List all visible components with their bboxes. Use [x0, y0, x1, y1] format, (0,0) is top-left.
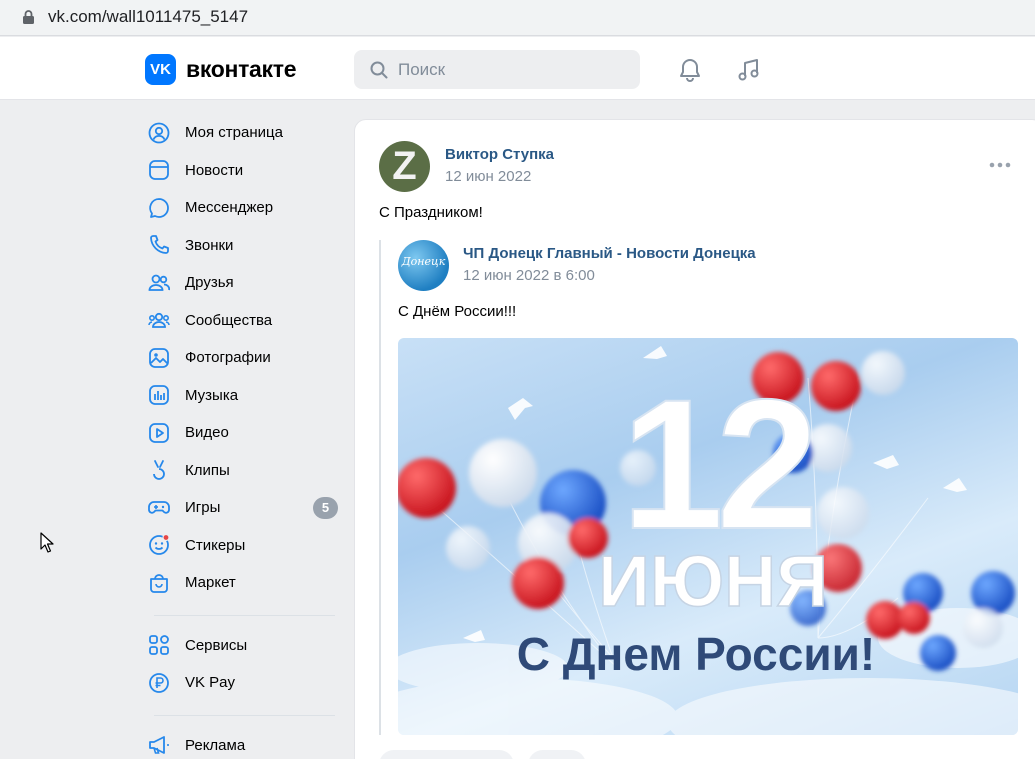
- menu-item-market[interactable]: Маркет: [146, 564, 338, 602]
- left-menu: Моя страница Новости Мессенджер Звонки Д…: [146, 114, 338, 759]
- search-box[interactable]: [354, 50, 640, 89]
- vk-logo-mark: VK: [145, 54, 176, 85]
- stickers-icon: [147, 533, 171, 557]
- mouse-cursor-icon: [40, 532, 54, 553]
- menu-item-communities[interactable]: Сообщества: [146, 302, 338, 340]
- more-options-icon[interactable]: [989, 162, 1011, 168]
- menu-item-video[interactable]: Видео: [146, 414, 338, 452]
- market-icon: [147, 571, 171, 595]
- menu-item-stickers[interactable]: Стикеры: [146, 527, 338, 565]
- author-avatar[interactable]: Z: [379, 141, 430, 192]
- menu-item-label: Звонки: [185, 236, 234, 254]
- search-input[interactable]: [398, 50, 628, 89]
- message-icon: [147, 196, 171, 220]
- profile-icon: [147, 121, 171, 145]
- news-icon: [147, 158, 171, 182]
- menu-item-label: Друзья: [185, 274, 234, 292]
- menu-item-ads[interactable]: Реклама: [146, 727, 338, 759]
- menu-item-label: Видео: [185, 424, 229, 442]
- menu-item-my-page[interactable]: Моя страница: [146, 114, 338, 152]
- repost-text: С Днём России!!!: [398, 303, 517, 320]
- ads-icon: [147, 733, 171, 757]
- menu-divider: [154, 714, 335, 716]
- vkpay-icon: [147, 671, 171, 695]
- music-note-icon[interactable]: [736, 57, 762, 83]
- post-image-illustration: 12 ИЮНЯ С Днем России!: [398, 346, 1018, 735]
- search-icon: [370, 61, 388, 79]
- menu-item-photos[interactable]: Фотографии: [146, 339, 338, 377]
- menu-item-news[interactable]: Новости: [146, 152, 338, 190]
- notifications-bell-icon[interactable]: [677, 57, 703, 83]
- repost-block: Донецк ЧП Донецк Главный - Новости Донец…: [379, 240, 1019, 735]
- menu-item-vkpay[interactable]: VK Pay: [146, 664, 338, 702]
- friends-icon: [147, 271, 171, 295]
- menu-divider: [154, 614, 335, 616]
- repost-author-avatar[interactable]: Донецк: [398, 240, 449, 291]
- video-icon: [147, 421, 171, 445]
- comment-button[interactable]: [528, 750, 586, 759]
- post-card: Z Виктор Ступка 12 июн 2022 С Праздником…: [354, 119, 1035, 759]
- menu-item-label: Игры: [185, 499, 221, 517]
- vk-logo-text: вконтакте: [186, 56, 297, 82]
- menu-item-label: Моя страница: [185, 124, 283, 142]
- menu-item-label: Фотографии: [185, 349, 271, 367]
- menu-item-label: Музыка: [185, 386, 239, 404]
- lock-icon: [23, 10, 34, 24]
- image-month-text: ИЮНЯ: [598, 542, 828, 622]
- menu-item-label: Сообщества: [185, 311, 273, 329]
- menu-item-services[interactable]: Сервисы: [146, 627, 338, 665]
- communities-icon: [147, 308, 171, 332]
- post-date[interactable]: 12 июн 2022: [445, 168, 531, 185]
- site-header: VK вконтакте: [0, 37, 1035, 100]
- menu-item-label: Сервисы: [185, 636, 248, 654]
- post-image[interactable]: 12 ИЮНЯ С Днем России!: [398, 338, 1018, 735]
- repost-date[interactable]: 12 июн 2022 в 6:00: [463, 267, 595, 284]
- menu-item-label: Новости: [185, 161, 244, 179]
- services-icon: [147, 633, 171, 657]
- menu-item-label: Мессенджер: [185, 199, 274, 217]
- post-author-link[interactable]: Виктор Ступка: [445, 146, 554, 163]
- menu-item-music[interactable]: Музыка: [146, 377, 338, 415]
- menu-item-label: Стикеры: [185, 536, 246, 554]
- menu-item-friends[interactable]: Друзья: [146, 264, 338, 302]
- menu-item-label: VK Pay: [185, 674, 236, 692]
- menu-item-messenger[interactable]: Мессенджер: [146, 189, 338, 227]
- menu-item-clips[interactable]: Клипы: [146, 452, 338, 490]
- browser-address-bar[interactable]: vk.com/wall1011475_5147: [0, 0, 1035, 36]
- like-button[interactable]: [379, 750, 514, 759]
- author-avatar-letter: Z: [392, 144, 417, 188]
- repost-avatar-text: Донецк: [401, 255, 446, 268]
- clips-icon: [147, 458, 171, 482]
- menu-item-label: Реклама: [185, 736, 246, 754]
- photo-icon: [147, 346, 171, 370]
- image-number-text: 12: [621, 362, 812, 568]
- menu-item-label: Маркет: [185, 574, 236, 592]
- post-text: С Праздником!: [379, 204, 483, 221]
- music-icon: [147, 383, 171, 407]
- menu-item-label: Клипы: [185, 461, 230, 479]
- menu-item-calls[interactable]: Звонки: [146, 227, 338, 265]
- games-count-badge: 5: [313, 497, 338, 519]
- menu-item-games[interactable]: Игры 5: [146, 489, 338, 527]
- vk-logo[interactable]: VK вконтакте: [145, 54, 297, 85]
- image-caption-text: С Днем России!: [517, 628, 875, 680]
- repost-author-link[interactable]: ЧП Донецк Главный - Новости Донецка: [463, 245, 756, 262]
- url-text[interactable]: vk.com/wall1011475_5147: [48, 7, 248, 27]
- games-icon: [147, 496, 171, 520]
- phone-icon: [147, 233, 171, 257]
